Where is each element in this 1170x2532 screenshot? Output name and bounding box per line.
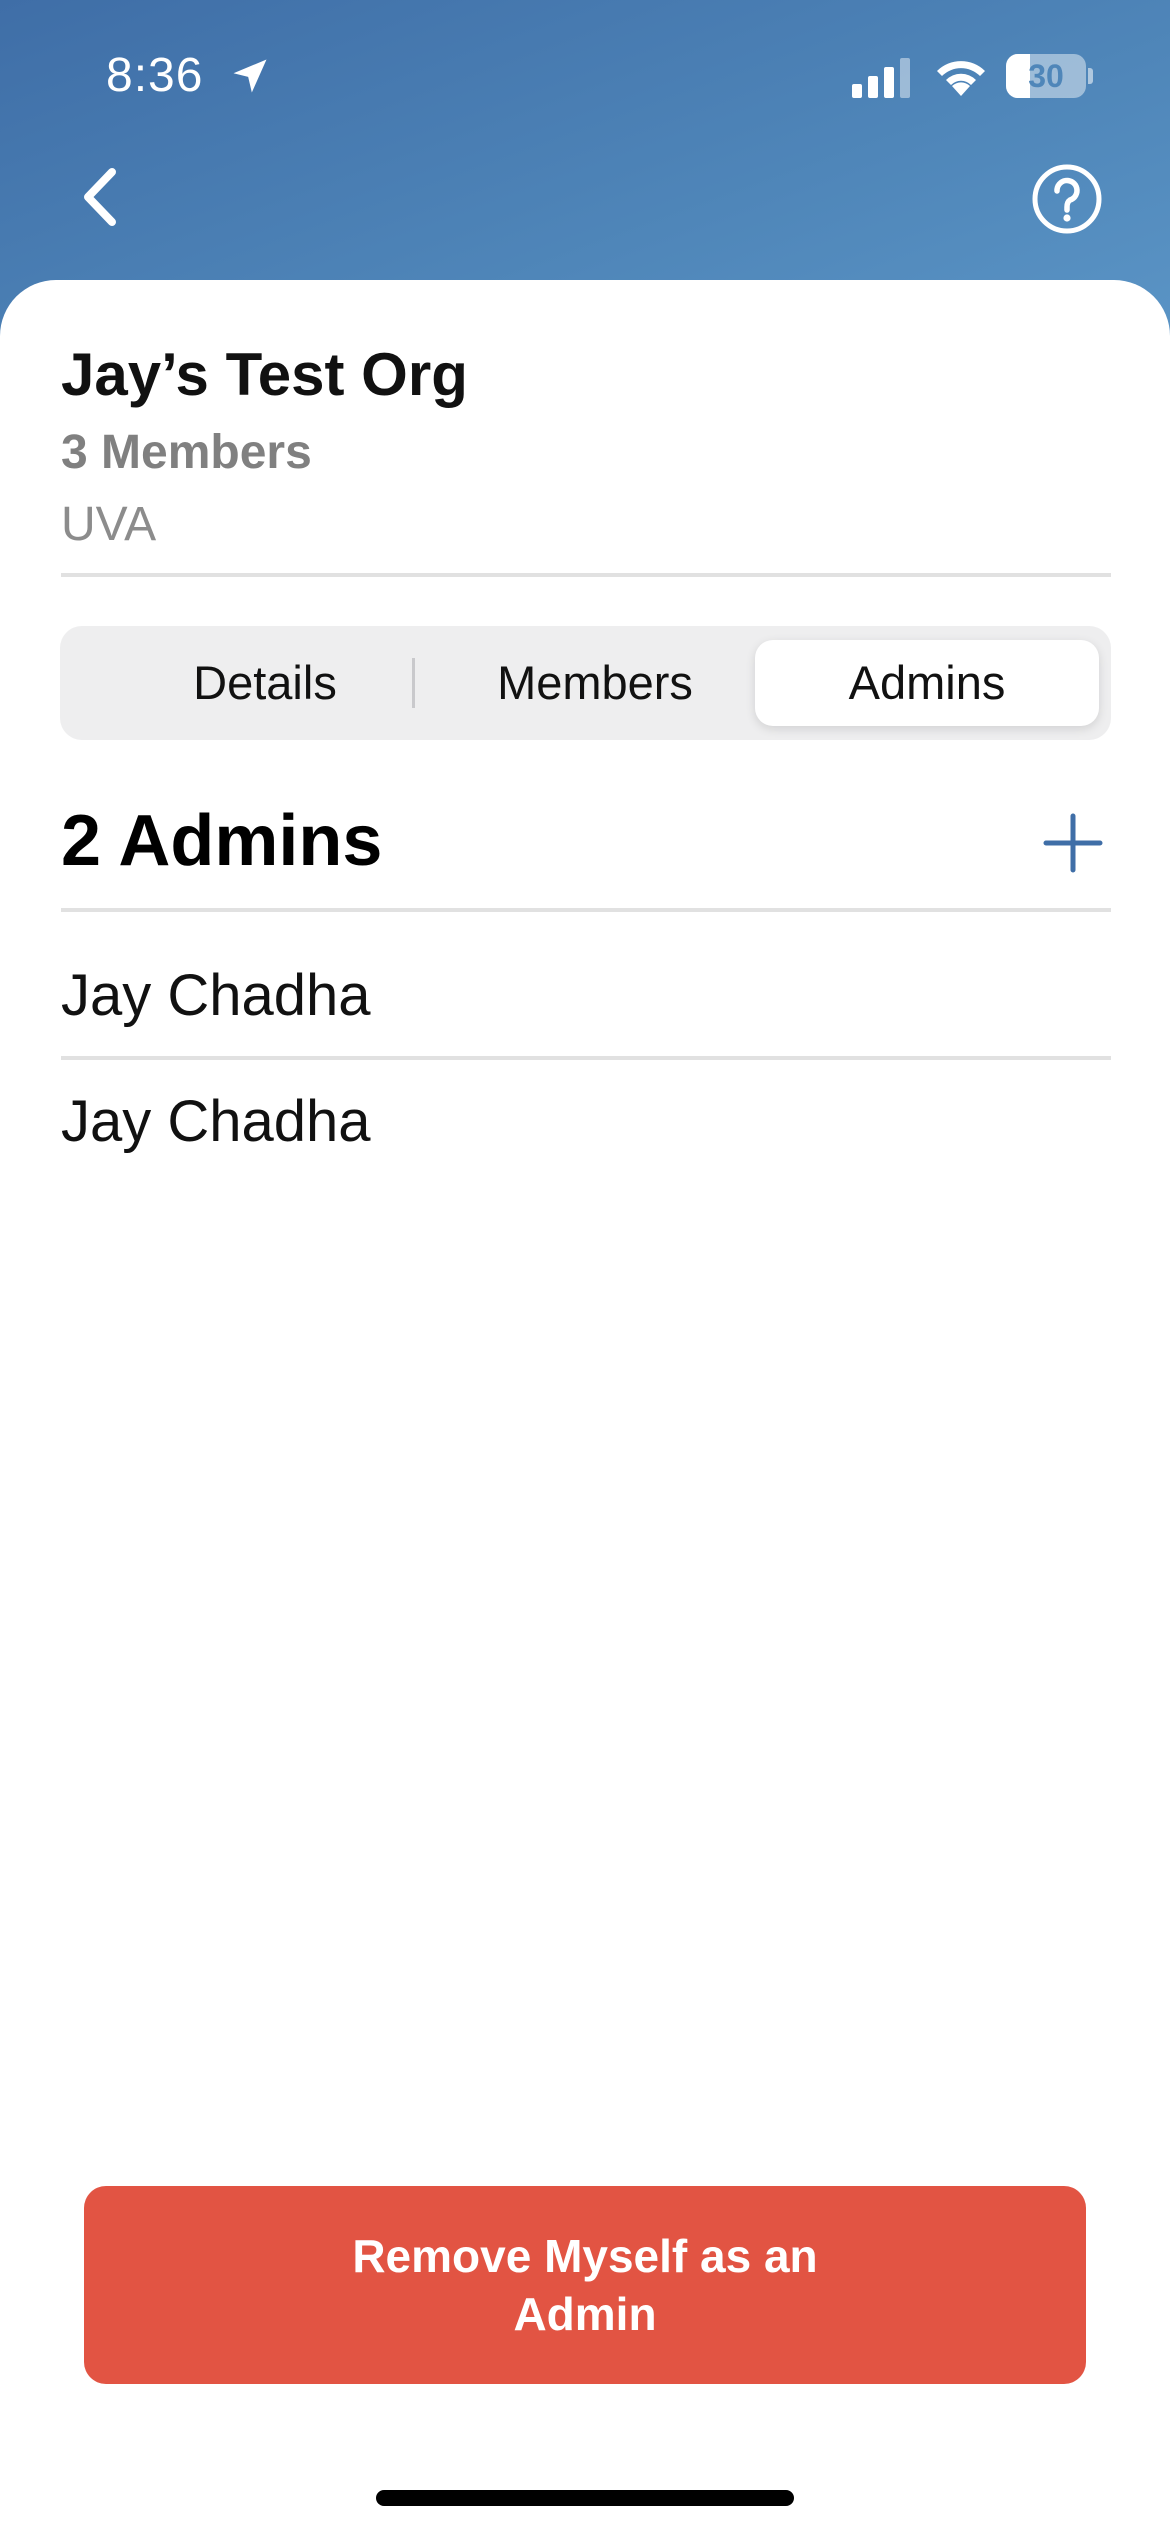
tab-admins[interactable]: Admins [755, 640, 1099, 726]
admin-name: Jay Chadha [61, 1089, 371, 1154]
tab-details[interactable]: Details [100, 640, 430, 726]
status-time: 8:36 [106, 49, 204, 102]
add-admin-button[interactable] [1040, 810, 1106, 876]
org-school: UVA [61, 498, 157, 551]
location-arrow-icon [233, 59, 267, 93]
status-bar: 8:36 30 [0, 0, 1170, 150]
admins-divider [61, 908, 1111, 912]
battery-icon: 30 [1006, 54, 1093, 98]
cellular-signal-icon [852, 58, 910, 98]
back-button[interactable] [70, 162, 130, 232]
tab-members[interactable]: Members [430, 640, 760, 726]
admin-row[interactable]: Jay Chadha [61, 962, 1111, 1082]
segmented-control: Details Members Admins [60, 626, 1111, 740]
member-count: 3 Members [61, 426, 312, 479]
battery-cap [1088, 68, 1093, 84]
home-indicator [376, 2490, 794, 2506]
org-name: Jay’s Test Org [61, 341, 468, 408]
admin-row-divider [61, 1056, 1111, 1060]
admins-heading: 2 Admins [61, 801, 383, 881]
battery-level: 30 [1028, 58, 1064, 94]
battery-body: 30 [1006, 54, 1086, 98]
admin-name: Jay Chadha [61, 963, 371, 1028]
remove-myself-admin-button[interactable]: Remove Myself as an Admin [84, 2186, 1086, 2384]
help-button[interactable] [1030, 162, 1104, 236]
admin-row[interactable]: Jay Chadha [61, 1088, 1111, 1208]
header-divider [61, 573, 1111, 577]
tab-separator [412, 658, 415, 708]
wifi-icon [937, 61, 985, 96]
